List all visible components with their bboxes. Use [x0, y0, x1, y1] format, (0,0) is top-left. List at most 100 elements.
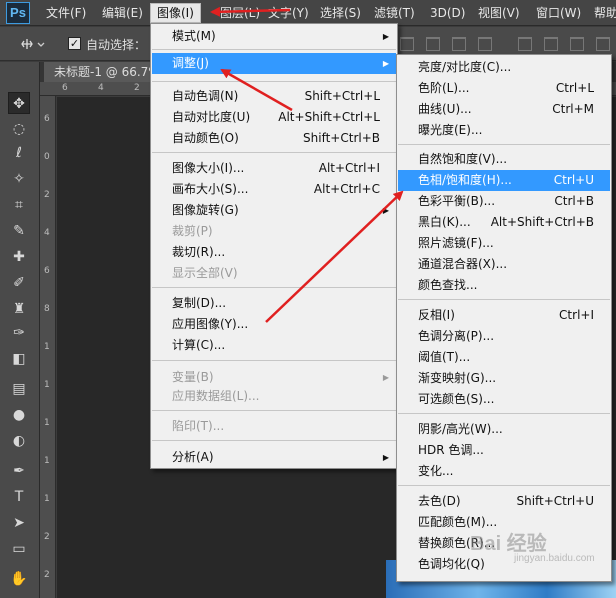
image-menu-dropdown: 模式(M) ▶ 调整(J) ▶ 自动色调(N) Shift+Ctrl+L 自动对比度(U) A…	[150, 23, 398, 469]
image-menu-item[interactable]: 自动颜色(O) Shift+Ctrl+B	[152, 128, 396, 149]
adjust-menu-item[interactable]: 黑白(K)... Alt+Shift+Ctrl+B	[398, 212, 610, 233]
menu-help[interactable]: 帮助(H)	[588, 3, 616, 23]
image-menu-item-label: 自动颜色(O)	[172, 131, 239, 145]
adjust-menu-item[interactable]: 曝光度(E)...	[398, 120, 610, 141]
image-menu-item[interactable]: 计算(C)...	[152, 335, 396, 356]
adjust-menu-item[interactable]: 色调分离(P)...	[398, 326, 610, 347]
crop-tool-icon[interactable]: ⌗	[8, 194, 30, 216]
adjust-menu-item[interactable]: 阴影/高光(W)...	[398, 419, 610, 440]
menu-separator	[152, 440, 396, 441]
image-menu-item[interactable]: 模式(M) ▶	[152, 26, 396, 47]
shape-tool-icon[interactable]: ▭	[8, 538, 30, 560]
distribute-bottom-icon[interactable]	[570, 37, 584, 51]
menu-layer[interactable]: 图层(L)	[214, 3, 266, 23]
distribute-top-icon[interactable]	[518, 37, 532, 51]
move-tool-icon[interactable]: ✥	[8, 92, 30, 114]
ruler-tick-label: 2	[44, 532, 50, 542]
ruler-tick-label: 6	[62, 83, 68, 93]
adjust-menu-item[interactable]: 照片滤镜(F)...	[398, 233, 610, 254]
zoom-tool-icon[interactable]: ⚲	[8, 594, 30, 598]
adjust-menu-item[interactable]: 曲线(U)... Ctrl+M	[398, 99, 610, 120]
menu-separator	[398, 485, 610, 486]
hand-tool-icon[interactable]: ✋	[8, 568, 30, 590]
image-menu-item-label: 应用数据组(L)...	[172, 389, 260, 403]
menu-edit[interactable]: 编辑(E)	[96, 3, 149, 23]
menu-view[interactable]: 视图(V)	[472, 3, 526, 23]
menu-3d[interactable]: 3D(D)	[424, 3, 471, 23]
adjust-menu-item[interactable]: 色彩平衡(B)... Ctrl+B	[398, 191, 610, 212]
image-menu-item-label: 分析(A)	[172, 450, 214, 464]
menu-type[interactable]: 文字(Y)	[262, 3, 315, 23]
auto-select-checkbox[interactable]: ✓	[68, 37, 81, 50]
brush-tool-icon[interactable]: ✐	[8, 272, 30, 294]
ruler-tick-label: 1	[44, 342, 50, 352]
image-menu-item-label: 显示全部(V)	[172, 266, 238, 280]
ruler-tick-label: 6	[44, 114, 50, 124]
image-menu-item[interactable]: 图像旋转(G) ▶	[152, 200, 396, 221]
ruler-tick-label: 1	[44, 456, 50, 466]
image-menu-item[interactable]: 分析(A) ▶	[152, 447, 396, 468]
adjust-menu-item-label: 曲线(U)...	[418, 102, 472, 116]
menu-select[interactable]: 选择(S)	[314, 3, 367, 23]
image-menu-item[interactable]: 裁切(R)...	[152, 242, 396, 263]
ruler-tick-label: 6	[44, 266, 50, 276]
menu-filter[interactable]: 滤镜(T)	[368, 3, 421, 23]
menu-image[interactable]: 图像(I)	[150, 3, 201, 23]
adjust-menu-item[interactable]: 去色(D) Shift+Ctrl+U	[398, 491, 610, 512]
align-top-icon[interactable]	[400, 37, 414, 51]
adjust-menu-item[interactable]: 亮度/对比度(C)...	[398, 57, 610, 78]
image-menu-item[interactable]: 画布大小(S)... Alt+Ctrl+C	[152, 179, 396, 200]
adjust-menu-item[interactable]: 可选颜色(S)...	[398, 389, 610, 410]
menu-separator	[152, 152, 396, 153]
image-menu-item[interactable]: 自动色调(N) Shift+Ctrl+L	[152, 86, 396, 107]
eraser-icon[interactable]: ◧	[8, 348, 30, 370]
image-menu-item[interactable]: 应用图像(Y)...	[152, 314, 396, 335]
gradient-icon[interactable]: ▤	[8, 378, 30, 400]
adjust-menu-item-shortcut: Ctrl+L	[555, 81, 594, 95]
adjustments-submenu: 亮度/对比度(C)... 色阶(L)... Ctrl+L 曲线(U)... Ctrl+M…	[396, 54, 612, 582]
healing-brush-icon[interactable]: ✚	[8, 246, 30, 268]
adjust-menu-item[interactable]: 自然饱和度(V)...	[398, 149, 610, 170]
blur-icon[interactable]: ●	[8, 404, 30, 426]
align-bottom-icon[interactable]	[452, 37, 466, 51]
image-menu-item-label: 陷印(T)...	[172, 419, 225, 433]
align-left-icon[interactable]	[478, 37, 492, 51]
marquee-tool-icon[interactable]: ◌	[8, 118, 30, 140]
adjust-menu-item-label: 曝光度(E)...	[418, 123, 483, 137]
ruler-tick-label: 1	[44, 494, 50, 504]
menu-window[interactable]: 窗口(W)	[530, 3, 587, 23]
image-menu-item[interactable]: 调整(J) ▶	[152, 53, 396, 74]
menu-file[interactable]: 文件(F)	[40, 3, 92, 23]
adjust-menu-item[interactable]: HDR 色调...	[398, 440, 610, 461]
image-menu-item[interactable]: 自动对比度(U) Alt+Shift+Ctrl+L	[152, 107, 396, 128]
distribute-left-icon[interactable]	[596, 37, 610, 51]
adjust-menu-item-shortcut: Ctrl+B	[554, 194, 594, 208]
adjust-menu-item[interactable]: 颜色查找...	[398, 275, 610, 296]
lasso-tool-icon[interactable]: ℓ	[8, 142, 30, 164]
adjust-menu-item[interactable]: 渐变映射(G)...	[398, 368, 610, 389]
pen-tool-icon[interactable]: ✒	[8, 460, 30, 482]
move-tool-preset-icon[interactable]	[20, 36, 50, 52]
adjust-menu-item-shortcut: Ctrl+U	[553, 173, 594, 187]
image-menu-item: 应用数据组(L)...	[152, 386, 396, 407]
image-menu-item[interactable]: 复制(D)...	[152, 293, 396, 314]
clone-stamp-icon[interactable]: ♜	[8, 298, 30, 320]
image-menu-item: 裁剪(P)	[152, 221, 396, 242]
align-vcenter-icon[interactable]	[426, 37, 440, 51]
distribute-vcenter-icon[interactable]	[544, 37, 558, 51]
adjust-menu-item[interactable]: 色相/饱和度(H)... Ctrl+U	[398, 170, 610, 191]
adjust-menu-item[interactable]: 色阶(L)... Ctrl+L	[398, 78, 610, 99]
adjust-menu-item[interactable]: 变化...	[398, 461, 610, 482]
adjust-menu-item[interactable]: 反相(I) Ctrl+I	[398, 305, 610, 326]
ruler-tick-label: 1	[44, 418, 50, 428]
magic-wand-icon[interactable]: ✧	[8, 168, 30, 190]
dodge-icon[interactable]: ◐	[8, 430, 30, 452]
type-tool-icon[interactable]: T	[8, 486, 30, 508]
eyedropper-icon[interactable]: ✎	[8, 220, 30, 242]
path-select-icon[interactable]: ➤	[8, 512, 30, 534]
adjust-menu-item[interactable]: 阈值(T)...	[398, 347, 610, 368]
history-brush-icon[interactable]: ✑	[8, 322, 30, 344]
image-menu-item[interactable]: 图像大小(I)... Alt+Ctrl+I	[152, 158, 396, 179]
adjust-menu-item[interactable]: 通道混合器(X)...	[398, 254, 610, 275]
auto-select-label: 自动选择：	[86, 38, 147, 52]
